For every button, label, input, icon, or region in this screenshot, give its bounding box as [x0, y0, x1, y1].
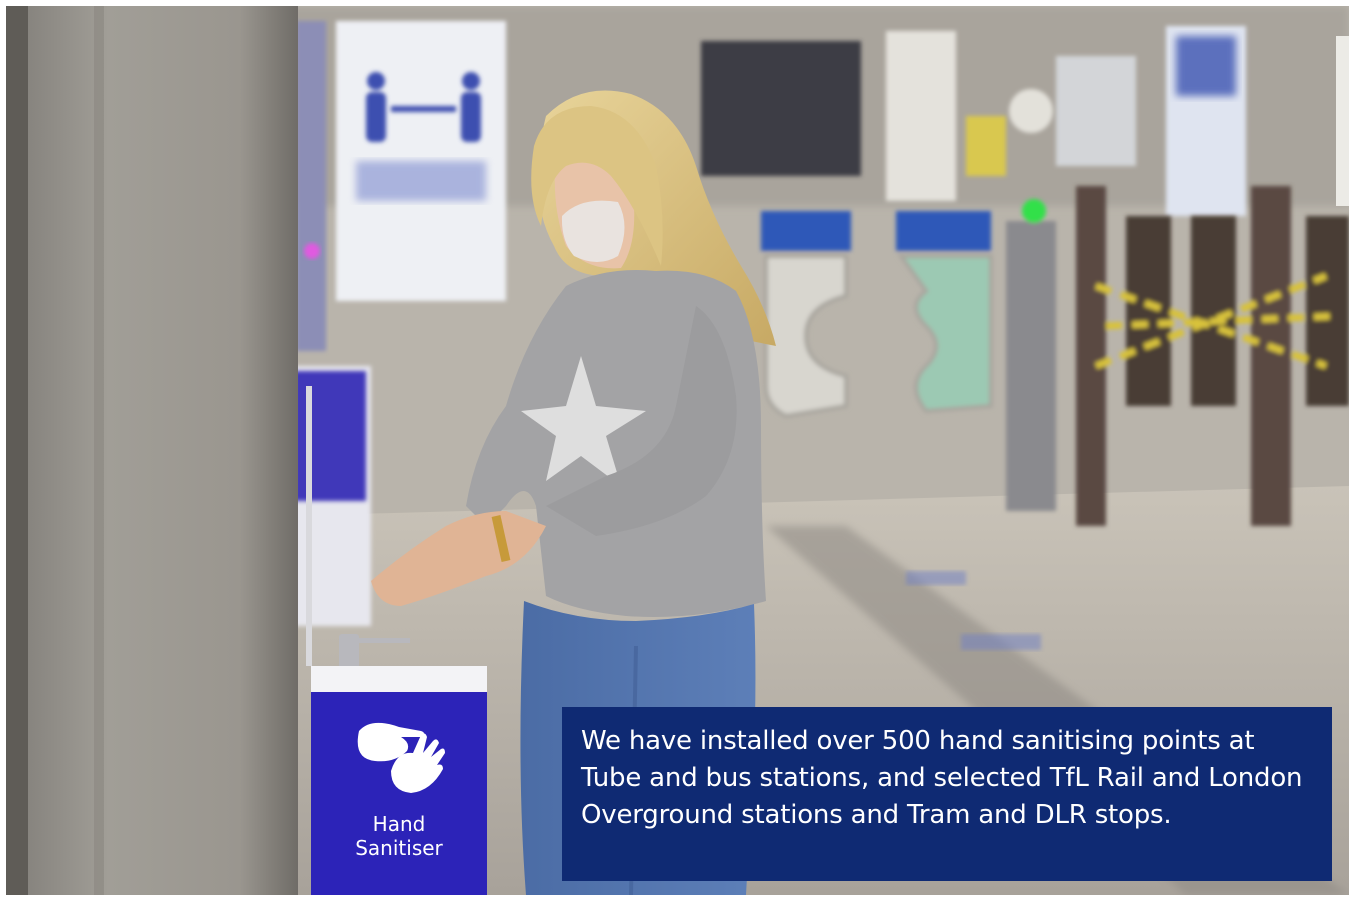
yellow-box [966, 116, 1006, 176]
station-top [311, 666, 487, 692]
pillar-shadow [94, 6, 104, 895]
floor-marker [906, 571, 966, 585]
info-board [1056, 56, 1136, 166]
bg-sanitiser-sign [294, 371, 366, 501]
pink-light [304, 243, 320, 259]
right-panel [1336, 36, 1349, 206]
dark-screen [701, 41, 861, 176]
sign-line-sanitiser: Sanitiser [355, 836, 443, 860]
floor-marker-2 [961, 634, 1041, 650]
left-bg-post [296, 21, 326, 351]
concrete-pillar [6, 6, 298, 895]
caption-text: We have installed over 500 hand sanitisi… [581, 726, 1303, 830]
wall-clock [1009, 89, 1053, 133]
pump-nozzle [346, 638, 410, 643]
sanitiser-sign-label: Hand Sanitiser [311, 812, 487, 860]
caption-box: We have installed over 500 hand sanitisi… [562, 707, 1332, 881]
sign-line-hand: Hand [372, 812, 426, 836]
white-panel [886, 31, 956, 201]
blue-advert-inner [1176, 36, 1236, 96]
poster-text-lines [356, 161, 486, 201]
pillar-edge [6, 6, 28, 895]
sanitiser-rod [306, 386, 312, 666]
station-panel [311, 692, 487, 895]
